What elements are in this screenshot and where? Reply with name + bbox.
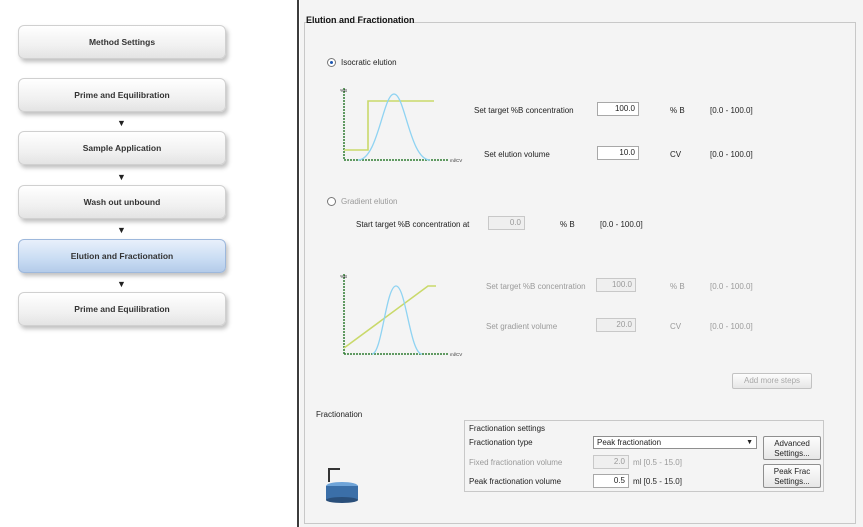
iso-target-range: [0.0 - 100.0] <box>710 106 753 115</box>
y-axis-label: %B <box>340 274 347 279</box>
y-axis-label: %B <box>340 88 347 93</box>
fixed-volume-input[interactable]: 2.0 <box>593 455 629 469</box>
gradient-start-unit: % B <box>560 220 575 229</box>
peak-volume-range: ml [0.5 - 15.0] <box>633 477 682 486</box>
gradient-start-label: Start target %B concentration at <box>356 220 470 229</box>
step-label: Wash out unbound <box>83 197 161 207</box>
step-prime-equilibration-2[interactable]: Prime and Equilibration <box>18 292 226 326</box>
settings-panel: Elution and Fractionation Isocratic elut… <box>300 0 863 527</box>
step-label: Elution and Fractionation <box>70 251 174 261</box>
iso-target-label: Set target %B concentration <box>474 106 574 115</box>
step-prime-equilibration[interactable]: Prime and Equilibration <box>18 78 226 112</box>
chevron-down-icon: ▼ <box>746 439 753 446</box>
fixed-volume-range: ml [0.5 - 15.0] <box>633 458 682 467</box>
gradient-target-label: Set target %B concentration <box>486 282 586 291</box>
x-axis-label: ml/CV <box>450 158 462 163</box>
step-label: Sample Application <box>82 143 162 153</box>
step-method-settings[interactable]: Method Settings <box>18 25 226 59</box>
fractionation-type-select[interactable]: Peak fractionation ▼ <box>593 436 757 449</box>
gradient-elution-graph: %B ml/CV <box>340 274 462 357</box>
iso-target-unit: % B <box>670 106 685 115</box>
arrow-down-icon: ▼ <box>117 118 126 128</box>
gradient-start-range: [0.0 - 100.0] <box>600 220 643 229</box>
fractionation-section-label: Fractionation <box>316 410 363 419</box>
x-axis-label: ml/CV <box>450 352 462 357</box>
radio-unselected-icon <box>327 197 336 206</box>
fractionation-settings-box: Fractionation settings Fractionation typ… <box>464 420 824 492</box>
step-wash-out-unbound[interactable]: Wash out unbound <box>18 185 226 219</box>
method-steps-panel: Method Settings Prime and Equilibration … <box>0 0 295 527</box>
iso-volume-input[interactable]: 10.0 <box>597 146 639 160</box>
gradient-volume-label: Set gradient volume <box>486 322 558 331</box>
gradient-volume-input[interactable]: 20.0 <box>596 318 636 332</box>
radio-selected-icon <box>327 58 336 67</box>
panel-divider <box>297 0 299 527</box>
fraction-collector-icon <box>326 468 358 503</box>
gradient-label: Gradient elution <box>341 197 398 206</box>
step-label: Method Settings <box>88 37 156 47</box>
arrow-down-icon: ▼ <box>117 172 126 182</box>
iso-volume-label: Set elution volume <box>484 150 550 159</box>
step-label: Prime and Equilibration <box>74 304 170 314</box>
isocratic-radio[interactable]: Isocratic elution <box>327 58 397 67</box>
iso-target-input[interactable]: 100.0 <box>597 102 639 116</box>
peak-volume-label: Peak fractionation volume <box>469 477 562 486</box>
iso-volume-unit: CV <box>670 150 682 159</box>
peak-frac-settings-button[interactable]: Peak Frac Settings... <box>763 464 821 488</box>
fractionation-type-value: Peak fractionation <box>597 438 662 447</box>
gradient-target-range: [0.0 - 100.0] <box>710 282 753 291</box>
fixed-volume-label: Fixed fractionation volume <box>469 458 563 467</box>
gradient-volume-range: [0.0 - 100.0] <box>710 322 753 331</box>
gradient-radio[interactable]: Gradient elution <box>327 197 397 206</box>
gradient-target-unit: % B <box>670 282 685 291</box>
isocratic-label: Isocratic elution <box>341 58 397 67</box>
gradient-start-input[interactable]: 0.0 <box>488 216 525 230</box>
arrow-down-icon: ▼ <box>117 279 126 289</box>
step-sample-application[interactable]: Sample Application <box>18 131 226 165</box>
peak-volume-input[interactable]: 0.5 <box>593 474 629 488</box>
fractionation-settings-label: Fractionation settings <box>469 424 546 433</box>
iso-volume-range: [0.0 - 100.0] <box>710 150 753 159</box>
gradient-volume-unit: CV <box>670 322 682 331</box>
arrow-down-icon: ▼ <box>117 225 126 235</box>
step-label: Prime and Equilibration <box>74 90 170 100</box>
fractionation-type-label: Fractionation type <box>469 438 533 447</box>
panel-title: Elution and Fractionation <box>306 15 415 25</box>
gradient-target-input[interactable]: 100.0 <box>596 278 636 292</box>
add-more-steps-button[interactable]: Add more steps <box>732 373 812 389</box>
isocratic-elution-graph: %B ml/CV <box>340 88 462 163</box>
step-elution-fractionation[interactable]: Elution and Fractionation <box>18 239 226 273</box>
advanced-settings-button[interactable]: Advanced Settings... <box>763 436 821 460</box>
